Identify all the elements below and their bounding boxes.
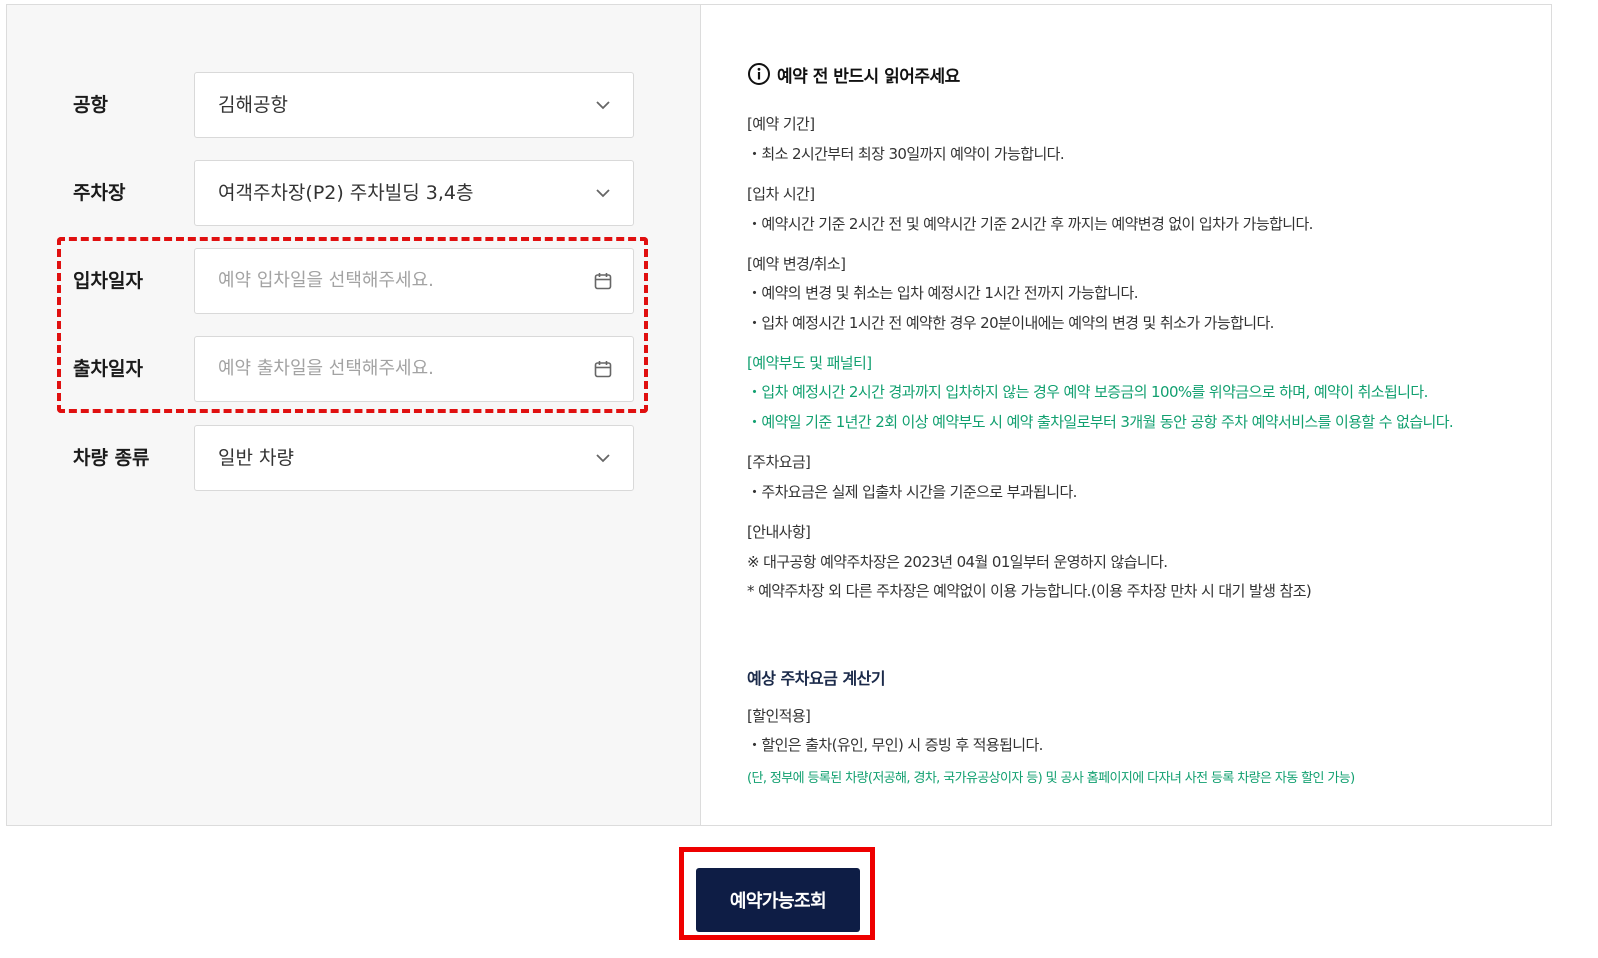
discount-heading: [할인적용] xyxy=(747,707,811,725)
calendar-icon[interactable] xyxy=(593,359,613,379)
entry-time-line: ・예약시간 기준 2시간 전 및 예약시간 기준 2시간 후 까지는 예약변경 … xyxy=(747,215,1313,233)
chevron-down-icon xyxy=(596,454,610,463)
notice-header: 예약 전 반드시 읽어주세요 xyxy=(747,61,960,87)
exit-date-label: 출차일자 xyxy=(73,358,143,380)
exit-date-placeholder: 예약 출차일을 선택해주세요. xyxy=(218,358,434,379)
parking-fee-line: ・주차요금은 실제 입출차 시간을 기준으로 부과됩니다. xyxy=(747,483,1077,501)
vehicle-type-select-value: 일반 차량 xyxy=(218,447,294,469)
entry-date-input[interactable]: 예약 입차일을 선택해주세요. xyxy=(194,248,634,314)
guide-line: * 예약주차장 외 다른 주차장은 예약없이 이용 가능합니다.(이용 주차장 … xyxy=(747,582,1312,600)
airport-label: 공항 xyxy=(73,94,108,116)
reservation-panel: 공항 김해공항 주차장 여객주차장(P2) 주차빌딩 3,4층 입차일자 예약 … xyxy=(6,4,1552,826)
exit-date-row: 출차일자 예약 출차일을 선택해주세요. xyxy=(7,336,701,402)
airport-row: 공항 김해공항 xyxy=(7,72,701,138)
change-cancel-heading: [예약 변경/취소] xyxy=(747,255,846,273)
entry-date-row: 입차일자 예약 입차일을 선택해주세요. xyxy=(7,248,701,314)
entry-time-heading: [입차 시간] xyxy=(747,185,815,203)
reservation-form: 공항 김해공항 주차장 여객주차장(P2) 주차빌딩 3,4층 입차일자 예약 … xyxy=(7,5,701,825)
reservation-period-heading: [예약 기간] xyxy=(747,115,815,133)
noshow-penalty-line: ・입차 예정시간 2시간 경과까지 입차하지 않는 경우 예약 보증금의 100… xyxy=(747,383,1428,401)
vehicle-type-select[interactable]: 일반 차량 xyxy=(194,425,634,491)
search-availability-button[interactable]: 예약가능조회 xyxy=(696,868,860,932)
chevron-down-icon xyxy=(596,189,610,198)
fee-calculator-title: 예상 주차요금 계산기 xyxy=(747,669,886,688)
entry-date-placeholder: 예약 입차일을 선택해주세요. xyxy=(218,270,434,291)
search-button-highlight: 예약가능조회 xyxy=(679,847,875,940)
airport-select[interactable]: 김해공항 xyxy=(194,72,634,138)
guide-line: ※ 대구공항 예약주차장은 2023년 04월 01일부터 운영하지 않습니다. xyxy=(747,553,1168,571)
entry-date-label: 입차일자 xyxy=(73,270,143,292)
parking-lot-row: 주차장 여객주차장(P2) 주차빌딩 3,4층 xyxy=(7,160,701,226)
noshow-penalty-heading: [예약부도 및 패널티] xyxy=(747,354,872,372)
parking-lot-select[interactable]: 여객주차장(P2) 주차빌딩 3,4층 xyxy=(194,160,634,226)
parking-lot-label: 주차장 xyxy=(73,182,126,204)
reservation-period-line: ・최소 2시간부터 최장 30일까지 예약이 가능합니다. xyxy=(747,145,1065,163)
airport-select-value: 김해공항 xyxy=(218,94,288,116)
notice-title: 예약 전 반드시 읽어주세요 xyxy=(777,66,960,87)
calendar-icon[interactable] xyxy=(593,271,613,291)
parking-fee-heading: [주차요금] xyxy=(747,453,811,471)
parking-lot-select-value: 여객주차장(P2) 주차빌딩 3,4층 xyxy=(218,182,474,204)
change-cancel-line: ・예약의 변경 및 취소는 입차 예정시간 1시간 전까지 가능합니다. xyxy=(747,284,1138,302)
vehicle-type-label: 차량 종류 xyxy=(73,447,150,469)
chevron-down-icon xyxy=(596,101,610,110)
guide-heading: [안내사항] xyxy=(747,523,811,541)
noshow-penalty-line: ・예약일 기준 1년간 2회 이상 예약부도 시 예약 출차일로부터 3개월 동… xyxy=(747,413,1454,431)
discount-line: ・할인은 출차(유인, 무인) 시 증빙 후 적용됩니다. xyxy=(747,736,1043,754)
info-icon xyxy=(748,63,770,85)
notice-section: 예약 전 반드시 읽어주세요 [예약 기간] ・최소 2시간부터 최장 30일까… xyxy=(747,5,1547,825)
vehicle-type-row: 차량 종류 일반 차량 xyxy=(7,425,701,491)
discount-note: (단, 정부에 등록된 차량(저공해, 경차, 국가유공상이자 등) 및 공사 … xyxy=(747,771,1355,786)
exit-date-input[interactable]: 예약 출차일을 선택해주세요. xyxy=(194,336,634,402)
change-cancel-line: ・입차 예정시간 1시간 전 예약한 경우 20분이내에는 예약의 변경 및 취… xyxy=(747,314,1274,332)
